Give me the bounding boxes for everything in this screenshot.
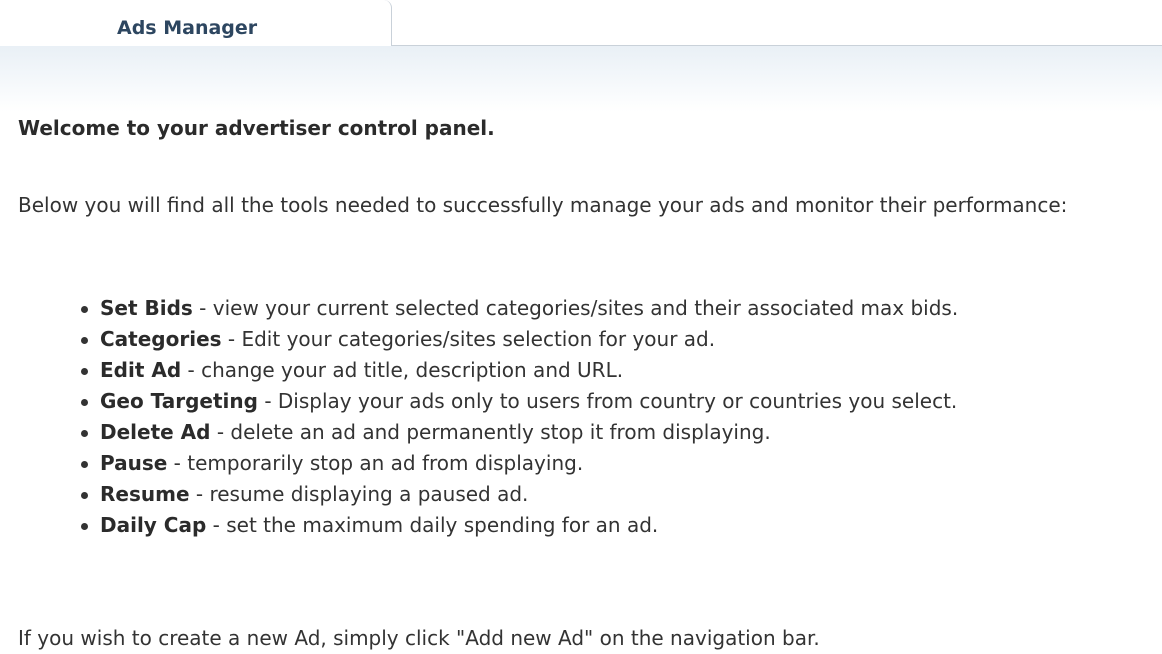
feature-list: Set Bids - view your current selected ca…	[15, 293, 958, 541]
list-item: Pause - temporarily stop an ad from disp…	[15, 448, 958, 479]
ads-manager-page: Ads Manager Welcome to your advertiser c…	[0, 0, 1162, 654]
feature-term: Edit Ad	[100, 358, 182, 382]
bullet-icon	[81, 337, 88, 344]
tab-ads-manager-label: Ads Manager	[117, 17, 258, 39]
feature-term: Set Bids	[100, 296, 193, 320]
feature-desc: - Edit your categories/sites selection f…	[221, 327, 716, 351]
intro-text: Below you will find all the tools needed…	[18, 193, 1068, 217]
welcome-heading: Welcome to your advertiser control panel…	[18, 116, 495, 140]
bullet-icon	[81, 523, 88, 530]
feature-desc: - view your current selected categories/…	[192, 296, 959, 320]
bullet-icon	[81, 368, 88, 375]
tab-strip: Ads Manager	[0, 0, 1162, 46]
feature-term: Geo Targeting	[100, 389, 258, 413]
feature-term: Delete Ad	[100, 420, 211, 444]
feature-desc: - temporarily stop an ad from displaying…	[167, 451, 584, 475]
feature-term: Daily Cap	[100, 513, 207, 537]
bullet-icon	[81, 399, 88, 406]
feature-term: Categories	[100, 327, 222, 351]
feature-desc: - delete an ad and permanently stop it f…	[210, 420, 771, 444]
bullet-icon	[81, 492, 88, 499]
list-item: Set Bids - view your current selected ca…	[15, 293, 958, 324]
list-item: Geo Targeting - Display your ads only to…	[15, 386, 958, 417]
bullet-icon	[81, 430, 88, 437]
bullet-icon	[81, 306, 88, 313]
feature-term: Pause	[100, 451, 168, 475]
feature-desc: - change your ad title, description and …	[181, 358, 624, 382]
list-item: Delete Ad - delete an ad and permanently…	[15, 417, 958, 448]
feature-desc: - set the maximum daily spending for an …	[206, 513, 659, 537]
tab-ads-manager[interactable]: Ads Manager	[0, 0, 392, 46]
feature-desc: - Display your ads only to users from co…	[257, 389, 958, 413]
list-item: Daily Cap - set the maximum daily spendi…	[15, 510, 958, 541]
header-band	[0, 46, 1162, 112]
list-item: Resume - resume displaying a paused ad.	[15, 479, 958, 510]
list-item: Categories - Edit your categories/sites …	[15, 324, 958, 355]
bullet-icon	[81, 461, 88, 468]
feature-desc: - resume displaying a paused ad.	[189, 482, 529, 506]
list-item: Edit Ad - change your ad title, descript…	[15, 355, 958, 386]
footer-note: If you wish to create a new Ad, simply c…	[18, 626, 820, 650]
feature-term: Resume	[100, 482, 190, 506]
